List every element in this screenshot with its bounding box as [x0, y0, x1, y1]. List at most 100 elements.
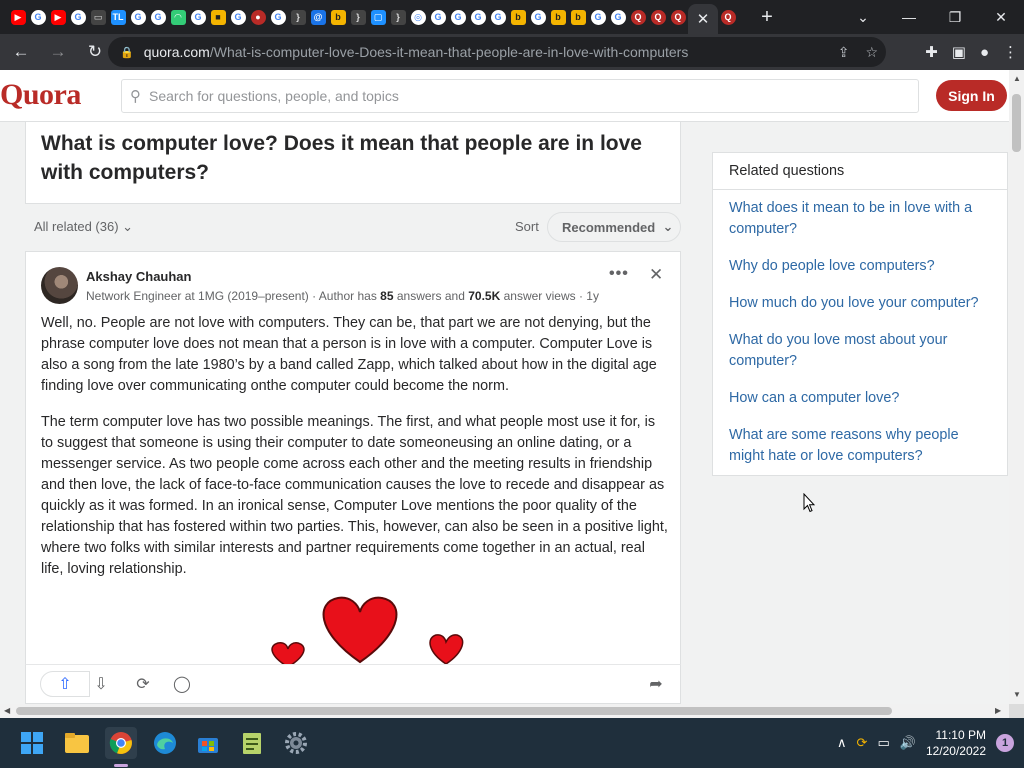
- search-box[interactable]: ⚲: [121, 79, 919, 113]
- active-tab-close-button[interactable]: ✕: [688, 4, 718, 34]
- browser-tab[interactable]: }: [388, 0, 408, 34]
- address-bar[interactable]: 🔒 quora.com/What-is-computer-love-Does-i…: [108, 37, 886, 67]
- clock[interactable]: 11:10 PM 12/20/2022: [926, 727, 986, 759]
- start-button[interactable]: [16, 727, 48, 759]
- browser-tab[interactable]: G: [68, 0, 88, 34]
- store-button[interactable]: [192, 727, 224, 759]
- notification-badge[interactable]: 1: [996, 734, 1014, 752]
- reload-button[interactable]: ↻: [79, 36, 111, 68]
- browser-tab[interactable]: G: [448, 0, 468, 34]
- settings-button[interactable]: [280, 727, 312, 759]
- share-icon[interactable]: ⇪: [838, 44, 850, 61]
- share-button[interactable]: ⟳: [132, 673, 154, 695]
- browser-tab[interactable]: G: [148, 0, 168, 34]
- network-icon[interactable]: ▭: [877, 735, 889, 751]
- browser-tab[interactable]: G: [188, 0, 208, 34]
- browser-tab[interactable]: G: [268, 0, 288, 34]
- comment-button[interactable]: ◯: [171, 673, 193, 695]
- browser-tab[interactable]: Q: [668, 0, 688, 34]
- extensions-puzzle-icon[interactable]: ✚: [925, 43, 938, 61]
- horizontal-scrollbar[interactable]: ◀ ▶: [0, 704, 1009, 718]
- profile-icon[interactable]: ●: [980, 44, 989, 61]
- scroll-up-icon[interactable]: ▲: [1013, 74, 1021, 83]
- horizontal-scroll-thumb[interactable]: [16, 707, 892, 715]
- related-question-link[interactable]: How much do you love your computer?: [729, 293, 991, 314]
- chevron-up-icon[interactable]: ∧: [837, 735, 847, 751]
- browser-tab[interactable]: ▶: [48, 0, 68, 34]
- new-tab-button[interactable]: +: [752, 0, 782, 34]
- browser-tab[interactable]: Q: [648, 0, 668, 34]
- browser-tab[interactable]: ▶: [8, 0, 28, 34]
- forward-share-button[interactable]: ➦: [645, 673, 667, 695]
- browser-tab[interactable]: ●: [248, 0, 268, 34]
- back-button[interactable]: ←: [5, 36, 37, 68]
- notepad-app-button[interactable]: [236, 727, 268, 759]
- related-question-link[interactable]: How can a computer love?: [729, 388, 991, 409]
- vertical-scroll-thumb[interactable]: [1012, 94, 1021, 152]
- browser-tab[interactable]: b: [328, 0, 348, 34]
- edge-button[interactable]: [149, 727, 181, 759]
- browser-tab[interactable]: G: [488, 0, 508, 34]
- browser-tab[interactable]: ■: [208, 0, 228, 34]
- more-options-icon[interactable]: •••: [609, 265, 629, 283]
- related-question-link[interactable]: What do you love most about your compute…: [729, 330, 991, 372]
- file-explorer-button[interactable]: [61, 727, 93, 759]
- related-question-link[interactable]: What does it mean to be in love with a c…: [729, 198, 991, 240]
- browser-tab[interactable]: @: [308, 0, 328, 34]
- browser-tab[interactable]: G: [588, 0, 608, 34]
- author-name[interactable]: Akshay Chauhan: [86, 269, 191, 284]
- question-title[interactable]: What is computer love? Does it mean that…: [41, 129, 661, 187]
- related-question-link[interactable]: Why do people love computers?: [729, 256, 991, 277]
- browser-tab[interactable]: }: [348, 0, 368, 34]
- close-icon[interactable]: ✕: [649, 265, 663, 285]
- volume-icon[interactable]: 🔊: [900, 735, 916, 751]
- scroll-right-icon[interactable]: ▶: [995, 706, 1001, 715]
- browser-tab[interactable]: b: [568, 0, 588, 34]
- browser-tab[interactable]: G: [428, 0, 448, 34]
- quora-logo[interactable]: Quora: [0, 78, 81, 112]
- browser-tab[interactable]: }: [288, 0, 308, 34]
- scroll-left-icon[interactable]: ◀: [4, 706, 10, 715]
- upvote-button[interactable]: ⇧: [40, 671, 90, 697]
- share-icon: ⟳: [136, 676, 150, 693]
- forward-button[interactable]: →: [42, 36, 74, 68]
- browser-tab[interactable]: G: [128, 0, 148, 34]
- browser-tab[interactable]: G: [228, 0, 248, 34]
- sign-in-button[interactable]: Sign In: [936, 80, 1007, 111]
- browser-tab[interactable]: Q: [718, 0, 738, 34]
- browser-tab[interactable]: TL: [108, 0, 128, 34]
- browser-tab[interactable]: G: [608, 0, 628, 34]
- answer-action-bar: ⇧ ⇩ ⟳ ◯ ➦: [25, 664, 681, 704]
- clock-date: 12/20/2022: [925, 744, 986, 758]
- search-input[interactable]: [149, 88, 889, 104]
- tab-search-button[interactable]: ⌄: [840, 0, 886, 34]
- restore-button[interactable]: ❐: [932, 0, 978, 34]
- chrome-taskbar-button[interactable]: [105, 727, 137, 759]
- menu-kebab-icon[interactable]: ⋮: [1003, 43, 1018, 61]
- browser-tab[interactable]: G: [468, 0, 488, 34]
- bookmark-star-icon[interactable]: ☆: [865, 44, 878, 61]
- browser-tab[interactable]: ▢: [368, 0, 388, 34]
- sort-dropdown[interactable]: Recommended ⌄: [547, 212, 681, 242]
- browser-tab[interactable]: G: [528, 0, 548, 34]
- google-favicon-icon: G: [70, 9, 86, 25]
- browser-tab[interactable]: ◎: [408, 0, 428, 34]
- browser-tab[interactable]: G: [28, 0, 48, 34]
- vertical-scrollbar[interactable]: ▲ ▼: [1009, 70, 1024, 704]
- browser-toolbar: ← → ↻ 🔒 quora.com/What-is-computer-love-…: [0, 34, 1024, 70]
- browser-tab[interactable]: ▭: [88, 0, 108, 34]
- minimize-button[interactable]: —: [886, 0, 932, 34]
- browser-tab[interactable]: Q: [628, 0, 648, 34]
- side-panel-icon[interactable]: ▣: [952, 43, 966, 61]
- close-window-button[interactable]: ✕: [978, 0, 1024, 34]
- downvote-button[interactable]: ⇩: [90, 673, 112, 695]
- browser-tab[interactable]: ◠: [168, 0, 188, 34]
- browser-tab[interactable]: b: [548, 0, 568, 34]
- browser-tab[interactable]: b: [508, 0, 528, 34]
- scroll-down-icon[interactable]: ▼: [1013, 690, 1021, 699]
- avatar[interactable]: [41, 267, 78, 304]
- related-question-link[interactable]: What are some reasons why people might h…: [729, 425, 991, 467]
- all-related-label: All related (36): [34, 219, 119, 234]
- sync-icon[interactable]: ⟳: [857, 735, 868, 751]
- all-related-dropdown[interactable]: All related (36) ⌄: [34, 219, 133, 235]
